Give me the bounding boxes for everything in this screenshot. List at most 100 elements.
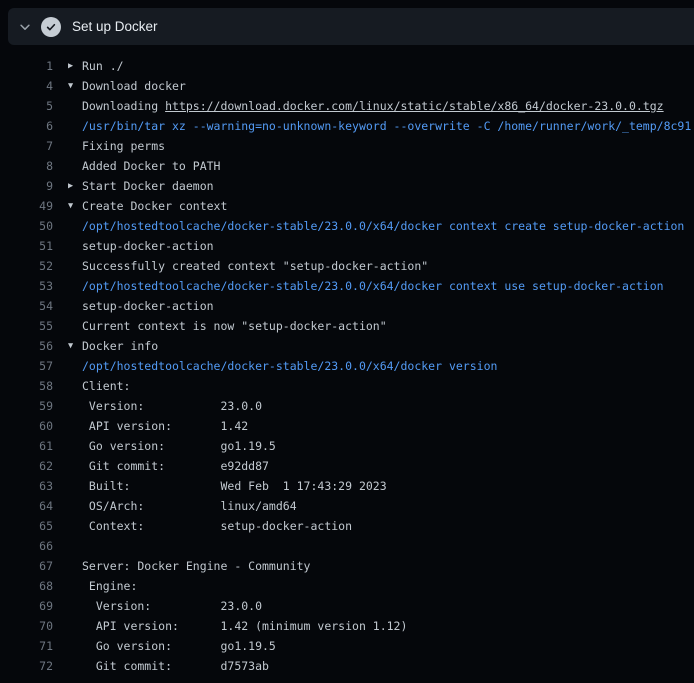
line-number[interactable]: 56 bbox=[0, 336, 53, 356]
group-title: Start Docker daemon bbox=[82, 176, 694, 196]
arrow-spacer bbox=[68, 616, 82, 636]
log-line: 6/usr/bin/tar xz --warning=no-unknown-ke… bbox=[0, 116, 694, 136]
expanded-triangle-icon[interactable]: ▼ bbox=[68, 336, 82, 356]
log-line: 50/opt/hostedtoolcache/docker-stable/23.… bbox=[0, 216, 694, 236]
log-line: 72 Git commit: d7573ab bbox=[0, 656, 694, 676]
arrow-spacer bbox=[68, 556, 82, 576]
log-line: 54setup-docker-action bbox=[0, 296, 694, 316]
success-check-icon bbox=[41, 17, 61, 37]
log-text bbox=[82, 536, 694, 556]
expanded-triangle-icon[interactable]: ▼ bbox=[68, 196, 82, 216]
log-viewer: 1▶Run ./4▼Download docker5Downloading ht… bbox=[0, 56, 694, 676]
arrow-spacer bbox=[68, 156, 82, 176]
chevron-down-icon[interactable] bbox=[18, 20, 32, 34]
log-line: 71 Go version: go1.19.5 bbox=[0, 636, 694, 656]
log-command-text: /opt/hostedtoolcache/docker-stable/23.0.… bbox=[82, 356, 694, 376]
log-text: Git commit: d7573ab bbox=[82, 656, 694, 676]
log-line: 66 bbox=[0, 536, 694, 556]
log-text: Successfully created context "setup-dock… bbox=[82, 256, 694, 276]
log-group-row[interactable]: 4▼Download docker bbox=[0, 76, 694, 96]
arrow-spacer bbox=[68, 236, 82, 256]
arrow-spacer bbox=[68, 576, 82, 596]
line-number[interactable]: 63 bbox=[0, 476, 53, 496]
log-group-row[interactable]: 49▼Create Docker context bbox=[0, 196, 694, 216]
log-text: Version: 23.0.0 bbox=[82, 396, 694, 416]
log-line: 51 setup-docker-action bbox=[0, 236, 694, 256]
step-header-set-up-docker[interactable]: Set up Docker bbox=[8, 8, 694, 45]
line-number[interactable]: 58 bbox=[0, 376, 53, 396]
arrow-spacer bbox=[68, 396, 82, 416]
line-number[interactable]: 7 bbox=[0, 136, 53, 156]
log-text: API version: 1.42 bbox=[82, 416, 694, 436]
line-number[interactable]: 4 bbox=[0, 76, 53, 96]
line-number[interactable]: 5 bbox=[0, 96, 53, 116]
log-command-text: /opt/hostedtoolcache/docker-stable/23.0.… bbox=[82, 216, 694, 236]
expanded-triangle-icon[interactable]: ▼ bbox=[68, 76, 82, 96]
log-line: 68 Engine: bbox=[0, 576, 694, 596]
line-number[interactable]: 65 bbox=[0, 516, 53, 536]
log-group-row[interactable]: 1▶Run ./ bbox=[0, 56, 694, 76]
collapsed-triangle-icon[interactable]: ▶ bbox=[68, 176, 82, 196]
line-number[interactable]: 52 bbox=[0, 256, 53, 276]
arrow-spacer bbox=[68, 516, 82, 536]
log-line: 57/opt/hostedtoolcache/docker-stable/23.… bbox=[0, 356, 694, 376]
log-text: setup-docker-action bbox=[82, 236, 694, 256]
log-line: 55Current context is now "setup-docker-a… bbox=[0, 316, 694, 336]
line-number[interactable]: 57 bbox=[0, 356, 53, 376]
line-number[interactable]: 9 bbox=[0, 176, 53, 196]
arrow-spacer bbox=[68, 416, 82, 436]
line-number[interactable]: 60 bbox=[0, 416, 53, 436]
log-text: Fixing perms bbox=[82, 136, 694, 156]
arrow-spacer bbox=[68, 536, 82, 556]
log-text: Go version: go1.19.5 bbox=[82, 436, 694, 456]
line-number[interactable]: 6 bbox=[0, 116, 53, 136]
line-number[interactable]: 55 bbox=[0, 316, 53, 336]
line-number[interactable]: 50 bbox=[0, 216, 53, 236]
step-title: Set up Docker bbox=[72, 19, 158, 34]
line-number[interactable]: 62 bbox=[0, 456, 53, 476]
line-number[interactable]: 59 bbox=[0, 396, 53, 416]
line-number[interactable]: 71 bbox=[0, 636, 53, 656]
line-number[interactable]: 70 bbox=[0, 616, 53, 636]
download-url-link[interactable]: https://download.docker.com/linux/static… bbox=[165, 99, 664, 113]
line-number[interactable]: 68 bbox=[0, 576, 53, 596]
log-command-text: /opt/hostedtoolcache/docker-stable/23.0.… bbox=[82, 276, 694, 296]
log-line: 65 Context: setup-docker-action bbox=[0, 516, 694, 536]
line-number[interactable]: 53 bbox=[0, 276, 53, 296]
log-line: 70 API version: 1.42 (minimum version 1.… bbox=[0, 616, 694, 636]
arrow-spacer bbox=[68, 116, 82, 136]
log-line: 69 Version: 23.0.0 bbox=[0, 596, 694, 616]
log-text: API version: 1.42 (minimum version 1.12) bbox=[82, 616, 694, 636]
log-text: Go version: go1.19.5 bbox=[82, 636, 694, 656]
line-number[interactable]: 51 bbox=[0, 236, 53, 256]
log-text: Added Docker to PATH bbox=[82, 156, 694, 176]
arrow-spacer bbox=[68, 496, 82, 516]
line-number[interactable]: 61 bbox=[0, 436, 53, 456]
arrow-spacer bbox=[68, 436, 82, 456]
log-group-row[interactable]: 56▼Docker info bbox=[0, 336, 694, 356]
collapsed-triangle-icon[interactable]: ▶ bbox=[68, 56, 82, 76]
log-line: 64 OS/Arch: linux/amd64 bbox=[0, 496, 694, 516]
arrow-spacer bbox=[68, 476, 82, 496]
line-number[interactable]: 54 bbox=[0, 296, 53, 316]
log-line: 8 Added Docker to PATH bbox=[0, 156, 694, 176]
log-line: 60 API version: 1.42 bbox=[0, 416, 694, 436]
arrow-spacer bbox=[68, 356, 82, 376]
line-number[interactable]: 8 bbox=[0, 156, 53, 176]
arrow-spacer bbox=[68, 216, 82, 236]
line-number[interactable]: 1 bbox=[0, 56, 53, 76]
log-line: 58Client: bbox=[0, 376, 694, 396]
log-line: 52 Successfully created context "setup-do… bbox=[0, 256, 694, 276]
line-number[interactable]: 64 bbox=[0, 496, 53, 516]
line-number[interactable]: 67 bbox=[0, 556, 53, 576]
arrow-spacer bbox=[68, 376, 82, 396]
line-number[interactable]: 72 bbox=[0, 656, 53, 676]
line-number[interactable]: 69 bbox=[0, 596, 53, 616]
log-line: 62 Git commit: e92dd87 bbox=[0, 456, 694, 476]
log-line: 67Server: Docker Engine - Community bbox=[0, 556, 694, 576]
log-line: 63 Built: Wed Feb 1 17:43:29 2023 bbox=[0, 476, 694, 496]
line-number[interactable]: 49 bbox=[0, 196, 53, 216]
line-number[interactable]: 66 bbox=[0, 536, 53, 556]
arrow-spacer bbox=[68, 596, 82, 616]
log-group-row[interactable]: 9 ▶Start Docker daemon bbox=[0, 176, 694, 196]
